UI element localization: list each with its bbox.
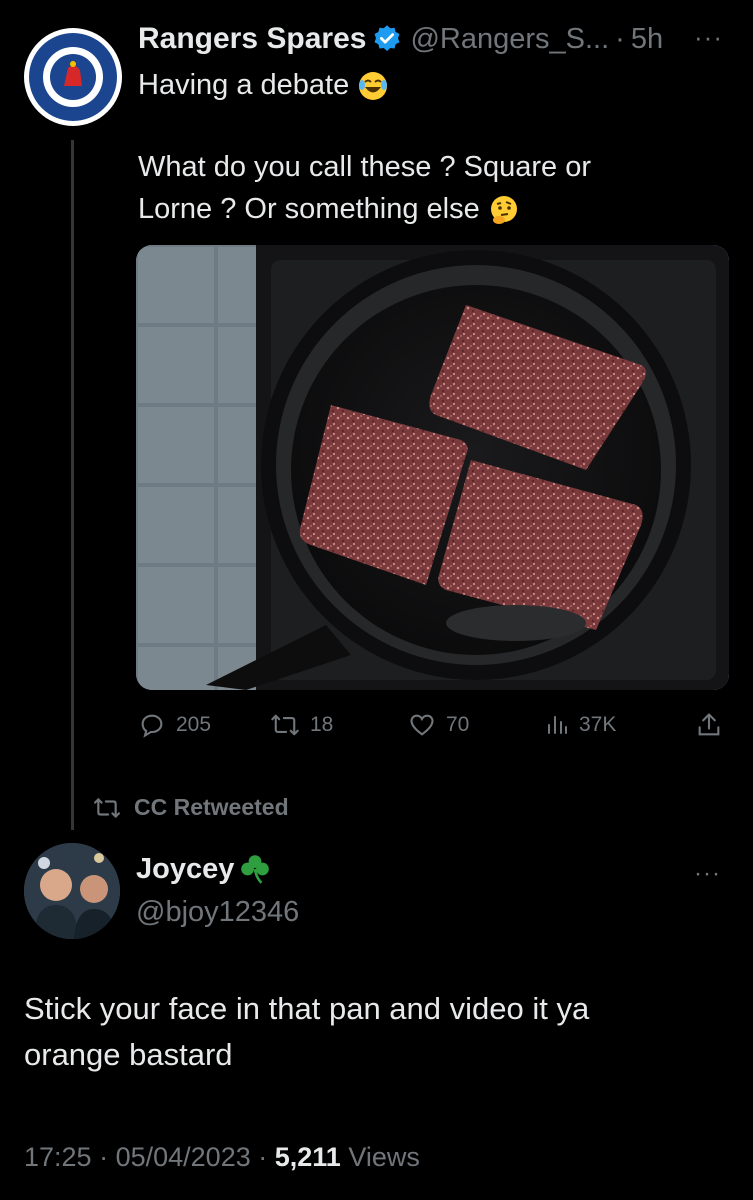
views-action[interactable]: 37K: [545, 711, 616, 739]
meta-dot-2: ·: [258, 1142, 275, 1172]
more-icon[interactable]: ···: [694, 22, 723, 53]
reply-date[interactable]: 05/04/2023: [116, 1142, 251, 1172]
verified-badge-icon: [374, 25, 400, 51]
reply-header: Joycey: [136, 852, 272, 886]
retweet-icon: [271, 714, 299, 736]
rangers-avatar[interactable]: [24, 28, 122, 126]
share-action[interactable]: [695, 711, 723, 744]
meta-dot-1: ·: [99, 1142, 116, 1172]
reply-text: Stick your face in that pan and video it…: [24, 986, 589, 1078]
frying-pan-photo: [136, 245, 729, 690]
thinking-emoji-icon: [490, 196, 517, 225]
reply-more-icon[interactable]: ···: [694, 860, 721, 888]
rangers-crest-icon: [25, 29, 121, 125]
retweet-banner[interactable]: CC Retweeted: [92, 794, 289, 821]
reply-text-line-1: Stick your face in that pan and video it…: [24, 991, 590, 1026]
dot-separator: ·: [615, 22, 625, 55]
like-count: 70: [446, 713, 470, 736]
retweeted-label: CC Retweeted: [134, 794, 289, 820]
retweet-action[interactable]: 18: [270, 711, 333, 739]
reply-count: 205: [176, 713, 212, 736]
tweet-line-3: Lorne ? Or something else: [138, 188, 520, 230]
tweet-image[interactable]: [136, 245, 729, 690]
tweet-line-2: What do you call these ? Square or: [138, 151, 591, 183]
joycey-avatar[interactable]: [24, 843, 120, 939]
laughing-emoji-icon: [359, 72, 388, 101]
tweet-text-1: Having a debate: [138, 69, 350, 101]
like-action[interactable]: 70: [408, 711, 469, 739]
reply-author-name[interactable]: Joycey: [136, 853, 234, 886]
avatar-photo: [24, 843, 120, 939]
retweeted-icon: [94, 797, 120, 818]
tweet-time[interactable]: 5h: [631, 23, 663, 56]
tweet-line-1: Having a debate: [138, 64, 389, 106]
tweet-header: Rangers Spares @Rangers_S... · 5h: [138, 22, 663, 56]
reply-author-handle[interactable]: @bjoy12346: [136, 896, 299, 929]
reply-icon: [141, 714, 163, 738]
tweet-text-3: Lorne ? Or something else: [138, 193, 480, 225]
retweet-count: 18: [310, 713, 334, 736]
views-count: 37K: [579, 713, 617, 736]
reply-views-label: Views: [348, 1142, 420, 1172]
author-handle[interactable]: @Rangers_S...: [410, 23, 609, 56]
views-icon: [548, 716, 567, 734]
share-icon: [698, 713, 720, 736]
author-name[interactable]: Rangers Spares: [138, 22, 366, 56]
reply-time[interactable]: 17:25: [24, 1142, 92, 1172]
reply-action[interactable]: 205: [138, 711, 211, 739]
thread-line: [71, 140, 74, 830]
reply-views-count: 5,211: [274, 1142, 341, 1172]
shamrock-icon: [241, 855, 270, 884]
reply-meta: 17:25 · 05/04/2023 · 5,211 Views: [24, 1142, 420, 1173]
heart-icon: [410, 714, 434, 736]
reply-text-line-2: orange bastard: [24, 1037, 233, 1072]
